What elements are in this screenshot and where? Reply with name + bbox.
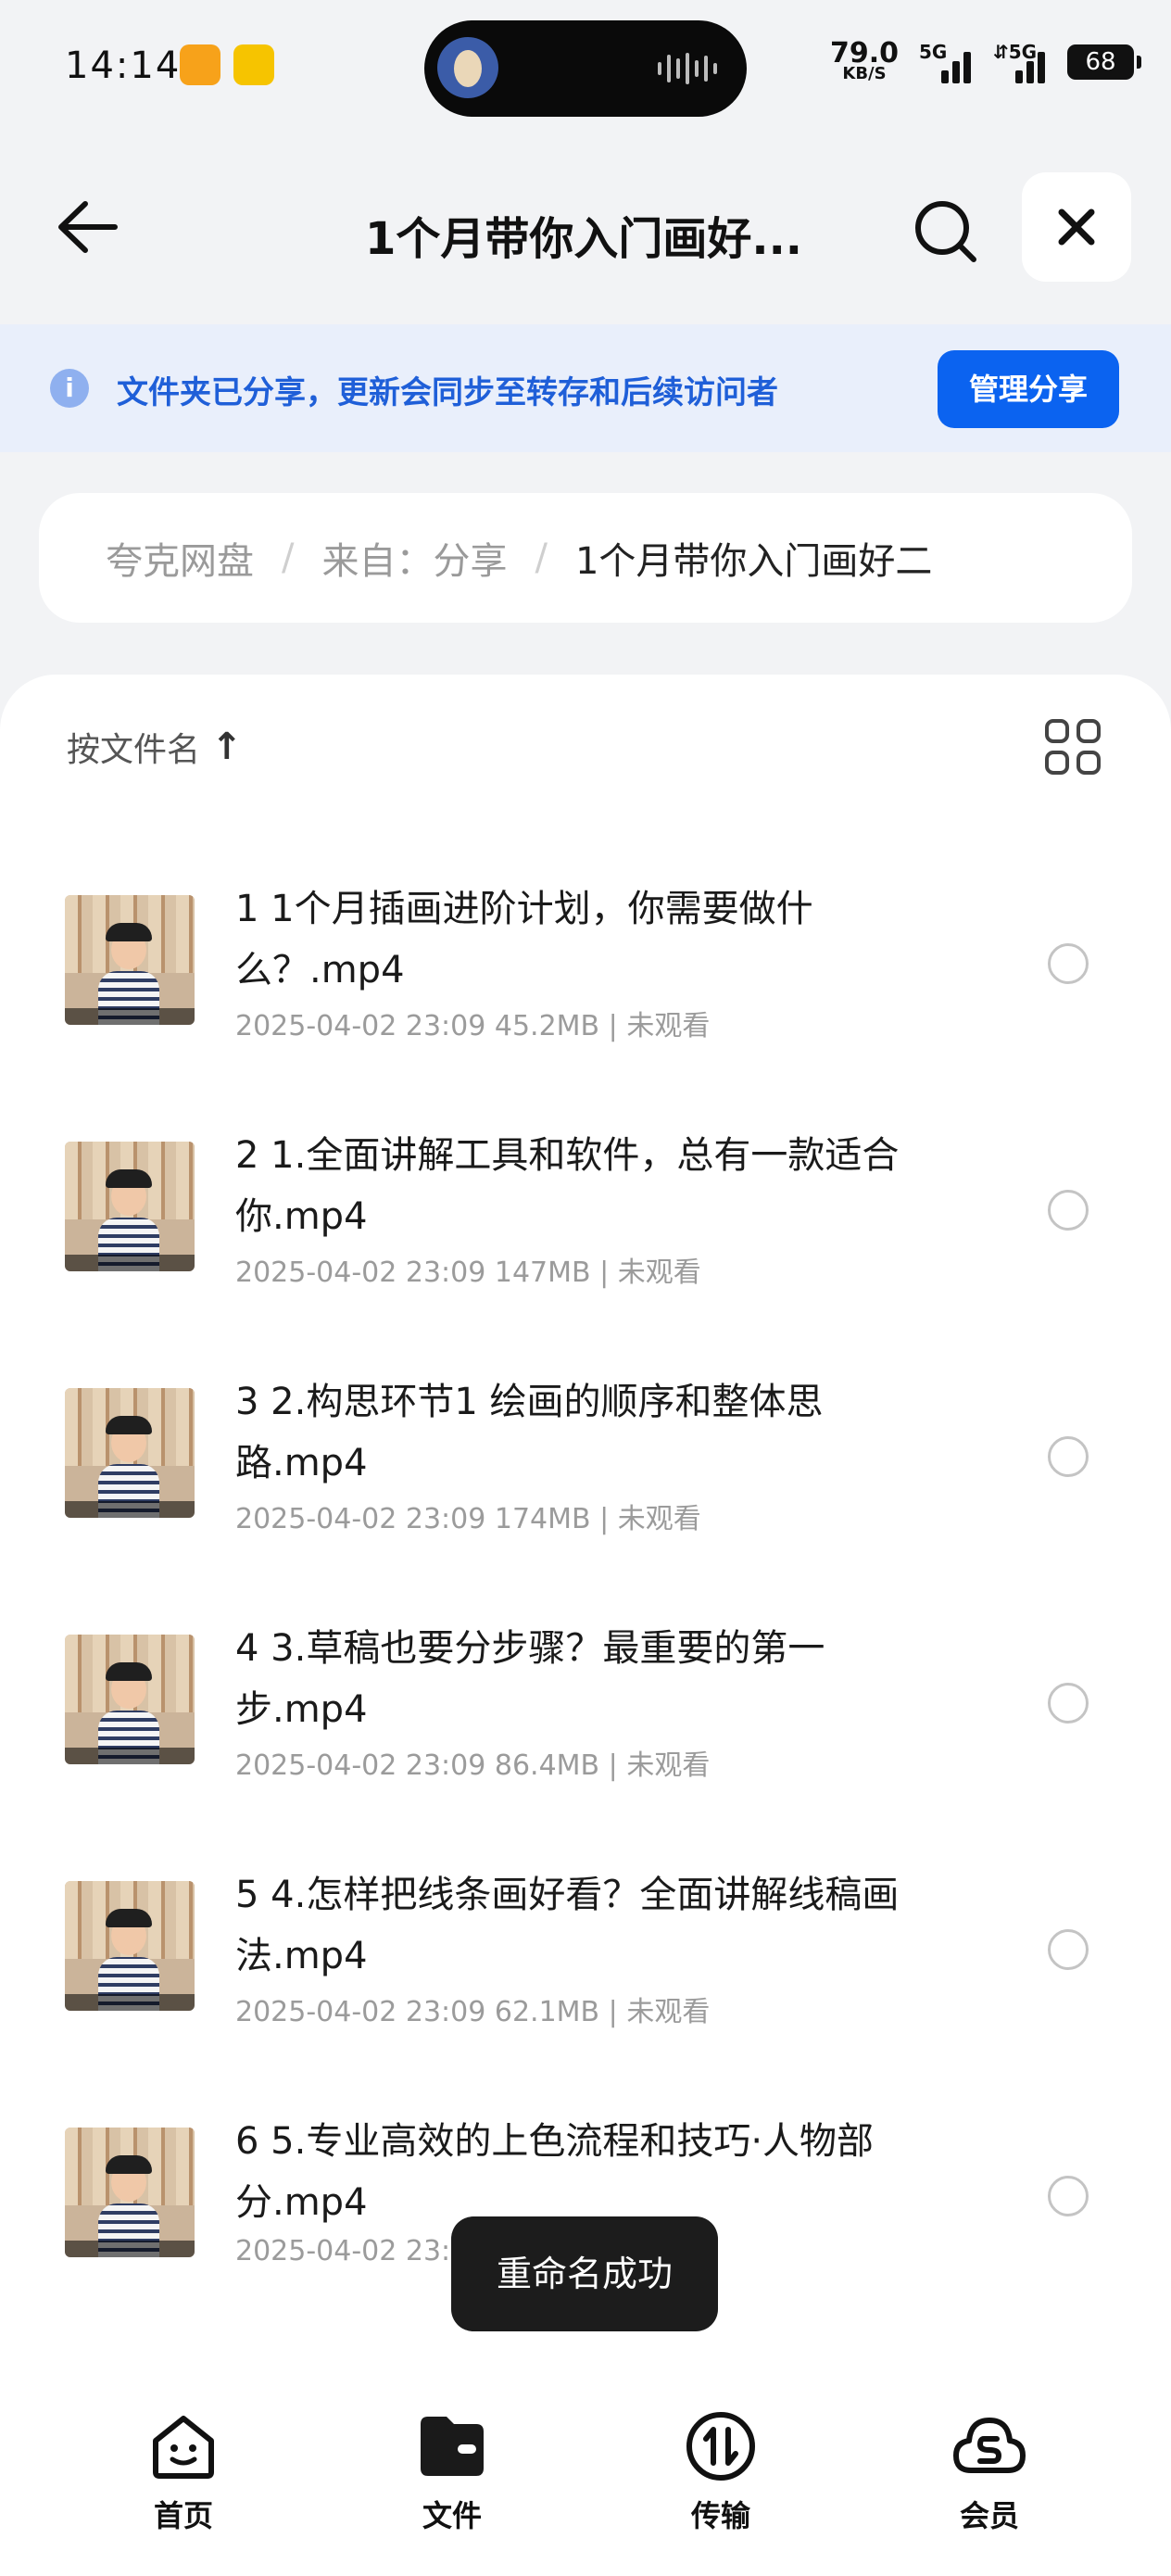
select-radio[interactable] [1048,1683,1089,1724]
share-banner: i 文件夹已分享，更新会同步至转存和后续访问者 管理分享 [0,324,1171,452]
page-title: 1个月带你入门画好... [364,213,803,265]
select-radio[interactable] [1048,1929,1089,1970]
file-name: 3 2.构思环节1 绘画的顺序和整体思路.mp4 [235,1381,824,1484]
close-button[interactable] [1022,172,1131,282]
battery-icon: 68 [1067,44,1141,80]
video-thumbnail [65,1881,195,2011]
file-meta: 2025-04-02 23:09 174MB | 未观看 [235,1503,701,1535]
arrow-left-icon [58,201,118,253]
select-radio[interactable] [1048,1190,1089,1231]
breadcrumb-item-share[interactable]: 来自：分享 [321,531,507,585]
info-icon: i [50,369,89,408]
file-meta: 2025-04-02 23:09 62.1MB | 未观看 [235,1996,711,2028]
manage-share-button[interactable]: 管理分享 [938,350,1119,428]
file-meta: 2025-04-02 23:09 147MB | 未观看 [235,1256,701,1289]
app-notification-icon-2 [233,44,274,85]
vip-cloud-icon [952,2409,1026,2483]
file-row[interactable]: 4 3.草稿也要分步骤？最重要的第一步.mp4 2025-04-02 23:09 … [0,1590,1171,1837]
dynamic-island[interactable] [424,20,747,117]
file-meta: 2025-04-02 23:09 45.2MB | 未观看 [235,1010,711,1042]
status-bar: 14:14 79.0 KB/S 5G ⇵5G 68 [0,0,1171,139]
file-name: 5 4.怎样把线条画好看？全面讲解线稿画法.mp4 [235,1874,900,1977]
file-panel: 按文件名 ↑ 1 1个月插画进阶计划，你需要做什么？.mp4 2025-04-02… [0,675,1171,2380]
video-thumbnail [65,895,195,1025]
sort-toggle[interactable]: 按文件名 ↑ [67,723,243,771]
network-speed: 79.0 KB/S [830,40,899,82]
video-thumbnail [65,1142,195,1271]
status-time: 14:14 [65,44,182,87]
video-thumbnail [65,1635,195,1764]
select-radio[interactable] [1048,2176,1089,2216]
signal-label-2: ⇵5G [993,41,1038,63]
status-indicators: 79.0 KB/S 5G ⇵5G 68 [830,40,1141,83]
sort-arrow-icon: ↑ [211,726,243,768]
search-button[interactable] [913,198,979,265]
signal-label: 5G [919,41,948,63]
select-radio[interactable] [1048,943,1089,984]
breadcrumb-separator: / [535,537,548,579]
signal-icon: 5G [919,41,973,83]
banner-text: 文件夹已分享，更新会同步至转存和后续访问者 [117,374,778,411]
audio-wave-icon [658,52,717,85]
close-icon [1058,208,1095,246]
breadcrumb: 夸克网盘 / 来自：分享 / 1个月带你入门画好二 [39,493,1132,623]
tab-home[interactable]: 首页 [109,2409,258,2535]
transfer-icon [684,2409,758,2483]
app-notification-icon [180,44,220,85]
breadcrumb-item-current: 1个月带你入门画好二 [574,540,933,583]
bottom-tab-bar: 首页 文件 传输 会员 [0,2361,1171,2576]
video-thumbnail [65,2128,195,2257]
toast-message: 重命名成功 [451,2216,718,2331]
video-thumbnail [65,1388,195,1518]
tab-label-home: 首页 [153,2498,213,2533]
file-meta: 2025-04-02 23:09 86.4MB | 未观看 [235,1749,711,1782]
search-icon [915,201,976,262]
file-name: 2 1.全面讲解工具和软件，总有一款适合你.mp4 [235,1134,900,1238]
select-radio[interactable] [1048,1436,1089,1477]
file-name: 1 1个月插画进阶计划，你需要做什么？.mp4 [235,888,813,991]
nav-bar: 1个月带你入门画好... [0,167,1171,287]
signal-icon-2: ⇵5G [993,41,1047,83]
folder-icon [415,2409,489,2483]
tab-vip[interactable]: 会员 [915,2409,1064,2535]
breadcrumb-item-root[interactable]: 夸克网盘 [106,531,254,585]
tab-label-files: 文件 [422,2498,482,2533]
sort-label: 按文件名 [67,731,201,769]
breadcrumb-separator: / [282,537,295,579]
tab-label-vip: 会员 [959,2498,1019,2533]
tab-transfer[interactable]: 传输 [647,2409,795,2535]
tab-files[interactable]: 文件 [378,2409,526,2535]
grid-view-icon[interactable] [1045,719,1101,775]
file-name: 6 5.专业高效的上色流程和技巧·人物部分.mp4 [235,2120,875,2224]
file-row[interactable]: 3 2.构思环节1 绘画的顺序和整体思路.mp4 2025-04-02 23:09… [0,1344,1171,1590]
file-row[interactable]: 1 1个月插画进阶计划，你需要做什么？.mp4 2025-04-02 23:09 … [0,851,1171,1097]
file-row[interactable]: 5 4.怎样把线条画好看？全面讲解线稿画法.mp4 2025-04-02 23:0… [0,1837,1171,2083]
back-button[interactable] [54,195,122,259]
file-meta: 2025-04-02 23:09 [235,2235,486,2267]
file-row[interactable]: 2 1.全面讲解工具和软件，总有一款适合你.mp4 2025-04-02 23:0… [0,1097,1171,1344]
tab-label-transfer: 传输 [690,2498,750,2533]
media-avatar [437,37,498,98]
home-face-icon [146,2409,220,2483]
file-name: 4 3.草稿也要分步骤？最重要的第一步.mp4 [235,1627,825,1731]
